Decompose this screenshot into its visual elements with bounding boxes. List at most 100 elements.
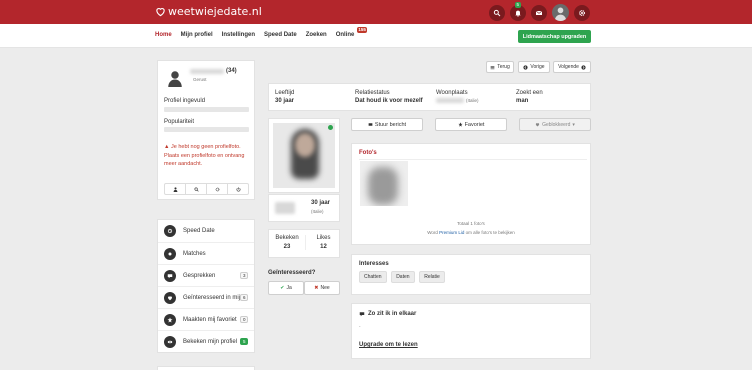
my-status: Gerust [193,77,207,82]
send-message-label: Stuur bericht [374,121,407,128]
sidebar-item-count: 0 [240,316,248,323]
favorite-button[interactable]: Favoriet [435,118,507,131]
speed-date-icon [164,225,176,237]
photos-title: Foto's [359,150,377,156]
user-avatar[interactable] [552,4,569,21]
profile-quick-search[interactable] [186,184,207,194]
envelope-icon [535,10,543,15]
warning-icon: ▲ [164,144,171,150]
nav-speed-date[interactable]: Speed Date [264,32,297,38]
profile-photo[interactable] [273,123,335,188]
my-age: (34) [226,68,237,74]
premium-link[interactable]: Premium Lid [439,230,464,235]
top-bar: weetwiejedate.nl 5 [0,0,752,24]
messages-button[interactable] [531,4,547,21]
previous-label: Vorige [530,64,545,70]
likes-value: 12 [320,244,327,250]
profile-location: (Italie) [311,209,324,214]
interested-no-button[interactable]: ✖ Nee [304,281,340,295]
next-button[interactable]: Volgende [553,61,591,73]
my-avatar[interactable] [166,69,184,87]
online-count-badge: 155 [356,27,368,33]
upgrade-to-read-link[interactable]: Upgrade om te lezen [359,342,418,348]
search-icon [194,187,199,192]
nav-online[interactable]: Online 155 [336,27,368,38]
search-icon [493,9,501,16]
photos-card: Foto's Totaal 1 foto's Word Premium Lid … [351,143,591,245]
profile-completion-label: Profiel ingevuld [164,98,206,104]
matches-icon [164,247,176,260]
residence-country: (Italie) [466,98,479,103]
heart-logo-icon [156,7,165,17]
no-photo-warning-text: Je hebt nog geen profielfoto. Plaats een… [164,144,245,167]
sidebar-menu: Speed Date Matches Gesprekken 3 Geïntere… [157,219,255,353]
nav-my-profile[interactable]: Mijn profiel [181,32,213,38]
premium-suffix: om alle foto's te bekijken [465,230,515,235]
residence-blurred [436,98,464,103]
profile-photo-card [268,118,340,193]
notifications-button[interactable]: 5 [510,1,526,21]
sidebar-item-speed-date[interactable]: Speed Date [158,220,254,242]
sidebar-item-count: 6 [240,294,248,301]
sidebar-item-conversations[interactable]: Gesprekken 3 [158,264,254,286]
no-label: Nee [320,285,330,291]
sidebar-item-count: 5 [240,338,248,345]
sidebar-item-favorited-me[interactable]: Maakten mij favoriet 0 [158,308,254,330]
sidebar-item-interested-in-me[interactable]: Geïnteresseerd in mij 6 [158,286,254,308]
relation-status-label: Relatiestatus [355,90,390,96]
back-label: Terug [497,64,510,70]
viewed-label: Bekeken [275,235,299,241]
site-logo[interactable]: weetwiejedate.nl [155,5,262,18]
sidebar-item-label: Bekeken mijn profiel [183,338,238,345]
residence-label: Woonplaats [436,90,468,96]
seeking-label: Zoekt een [516,90,543,96]
heart-icon [164,291,176,304]
sidebar-item-label: Gesprekken [183,272,216,279]
profile-age: 30 jaar [311,200,331,206]
my-username-blurred [190,68,224,74]
popularity-label: Populariteit [164,119,195,125]
profile-quick-logout[interactable] [228,184,248,194]
arrow-left-circle-icon [523,64,528,70]
profile-name-blurred [275,202,295,214]
about-title: Zo zit ik in elkaar [368,311,417,317]
upgrade-membership-button[interactable]: Lidmaatschap upgraden [518,30,591,43]
sidebar-item-count: 3 [240,272,248,279]
popularity-bar [164,127,249,132]
search-button[interactable] [489,4,505,21]
sidebar-item-viewed-my-profile[interactable]: Bekeken mijn profiel 5 [158,330,254,352]
profile-quick-user[interactable] [165,184,186,194]
chat-icon [359,312,365,317]
interested-label: Geïnteresseerd? [268,270,316,276]
gear-icon [215,187,219,191]
nav-home[interactable]: Home [155,32,172,38]
profile-quick-settings[interactable] [207,184,228,194]
bell-icon [515,10,521,17]
about-card: Zo zit ik in elkaar - Upgrade om te leze… [351,303,591,359]
close-icon: ✖ [314,285,319,291]
settings-button[interactable] [574,4,590,21]
back-button[interactable]: Terug [486,61,514,73]
interests-title: Interesses [359,261,389,267]
profile-stats-card: Bekeken 23 Likes 12 [268,229,340,258]
interest-tag: Relatie [419,271,445,283]
envelope-icon [368,123,373,126]
profile-quick-actions [164,183,249,195]
no-photo-warning[interactable]: ▲ Je hebt nog geen profielfoto. Plaats e… [164,143,249,169]
previous-button[interactable]: Vorige [518,61,550,73]
photo-thumbnail[interactable] [360,161,408,206]
send-message-button[interactable]: Stuur bericht [351,118,423,131]
premium-prefix: Word [427,230,438,235]
nav-settings[interactable]: Instellingen [222,32,255,38]
interest-tag: Chatten [359,271,387,283]
profile-summary-card: 30 jaar (Italie) [268,194,340,222]
profile-info-row: Leeftijd 30 jaar Relatiestatus Dat houd … [268,83,591,111]
blocked-dropdown[interactable]: Geblokkeerd ▾ [519,118,591,131]
profile-completion-bar [164,107,249,112]
interested-yes-button[interactable]: ✔ Ja [268,281,304,295]
sidebar-item-matches[interactable]: Matches [158,242,254,264]
heart-icon [535,123,540,127]
interests-card: Interesses Chatten Daten Relatie [351,254,591,295]
nav-search[interactable]: Zoeken [306,32,327,38]
premium-cta: Word Premium Lid om alle foto's te bekij… [352,230,590,235]
